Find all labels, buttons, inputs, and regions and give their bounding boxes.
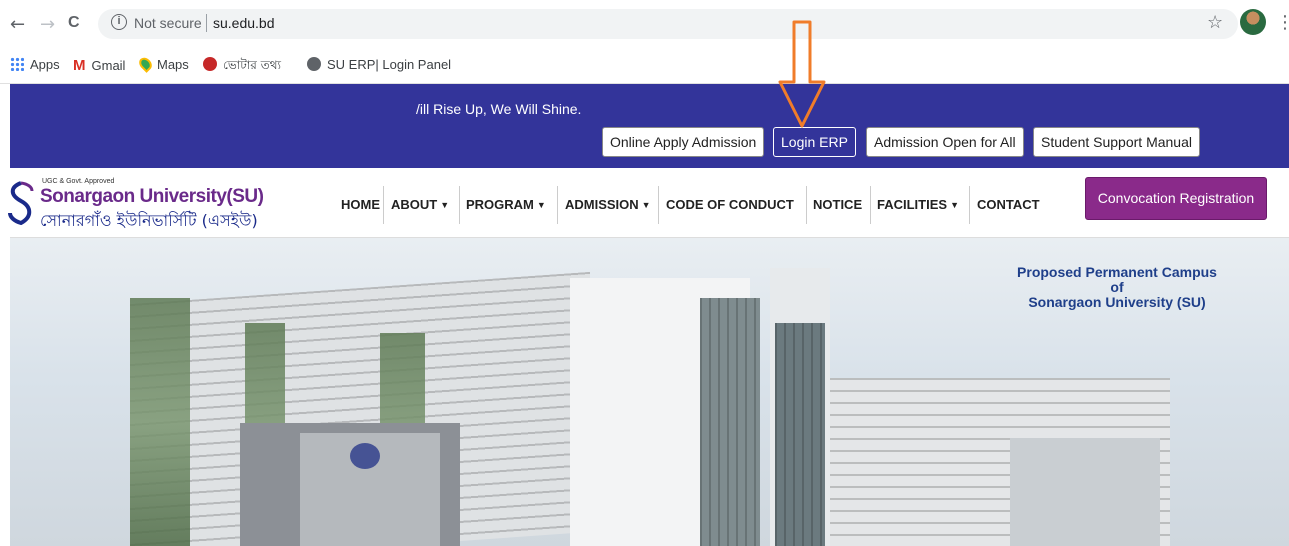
nav-divider [383,186,384,224]
building-logo-icon [350,443,380,469]
approval-text: UGC & Govt. Approved [42,178,115,185]
online-apply-admission-button[interactable]: Online Apply Admission [602,127,765,157]
campus-caption: Proposed Permanent Campus of Sonargaon U… [978,265,1256,310]
gmail-icon: M [73,57,86,74]
bookmark-label: SU ERP| Login Panel [327,57,452,72]
bookmark-star-icon[interactable]: ☆ [1207,12,1223,33]
nav-divider [806,186,807,224]
nav-admission[interactable]: ADMISSION ▼ [565,197,651,212]
university-logo-icon[interactable] [6,181,36,225]
nav-about[interactable]: ABOUT ▼ [391,197,449,212]
bookmark-label: ভোটার তথ্য [223,58,281,72]
bookmark-label: Apps [30,57,60,72]
caption-line: of [1110,279,1124,295]
caption-line: Sonargaon University (SU) [1028,294,1206,310]
browser-toolbar: ← → C i Not secure su.edu.bd ☆ ⋮ [0,0,1289,46]
nav-divider [870,186,871,224]
bookmark-label: Maps [157,57,189,72]
convocation-registration-button[interactable]: Convocation Registration [1085,177,1267,220]
url-text[interactable]: su.edu.bd [213,15,275,31]
reload-icon[interactable]: C [68,14,80,32]
nav-facilities[interactable]: FACILITIES ▼ [877,197,959,212]
maps-icon [136,55,155,73]
bookmark-su-erp[interactable]: SU ERP| Login Panel [307,57,451,72]
caption-line: Proposed Permanent Campus [1017,264,1217,280]
chevron-down-icon: ▼ [950,200,959,210]
back-icon[interactable]: ← [10,14,25,35]
login-erp-button[interactable]: Login ERP [773,127,856,157]
admission-open-button[interactable]: Admission Open for All [866,127,1024,157]
security-status[interactable]: Not secure [134,15,202,31]
tagline: /ill Rise Up, We Will Shine. [416,101,582,117]
bookmarks-bar: Apps M Gmail Maps ভোটার তথ্য SU ERP| Logi… [0,46,1289,84]
globe-icon [307,57,321,71]
info-icon[interactable]: i [111,14,127,30]
nav-contact[interactable]: CONTACT [977,197,1040,212]
university-name-bangla: সোনারগাঁও ইউনিভার্সিটি (এসইউ) [40,211,258,230]
nav-program[interactable]: PROGRAM ▼ [466,197,546,212]
bookmark-apps[interactable]: Apps [10,57,60,72]
apps-grid-icon [10,57,24,71]
nav-divider [557,186,558,224]
chevron-down-icon: ▼ [440,200,450,210]
nav-label: ADMISSION [565,197,639,212]
profile-avatar[interactable] [1240,9,1266,35]
university-name[interactable]: Sonargaon University(SU) [40,186,264,208]
nav-label: PROGRAM [466,197,534,212]
bookmark-label: Gmail [91,58,126,73]
nav-notice[interactable]: NOTICE [813,197,862,212]
url-divider [206,14,207,32]
nav-divider [969,186,970,224]
building-glass [775,323,825,546]
building-glass [700,298,760,546]
bookmark-maps[interactable]: Maps [136,55,189,73]
nav-home[interactable]: HOME [341,197,380,212]
student-support-manual-button[interactable]: Student Support Manual [1033,127,1200,157]
building-greenery [130,298,190,546]
bookmark-gmail[interactable]: M Gmail [73,57,125,74]
nav-code-of-conduct[interactable]: CODE OF CONDUCT [666,197,794,212]
bookmark-voter-info[interactable]: ভোটার তথ্য [203,57,281,77]
nav-divider [459,186,460,224]
annotation-arrow-icon [778,20,826,128]
nav-label: ABOUT [391,197,438,212]
building-right-lower [1010,438,1160,546]
forward-icon[interactable]: → [40,14,55,35]
nav-label: FACILITIES [877,197,948,212]
chevron-down-icon: ▼ [536,200,546,210]
chevron-down-icon: ▼ [641,200,651,210]
nav-divider [658,186,659,224]
voter-info-icon [203,57,217,71]
menu-icon[interactable]: ⋮ [1276,12,1289,33]
